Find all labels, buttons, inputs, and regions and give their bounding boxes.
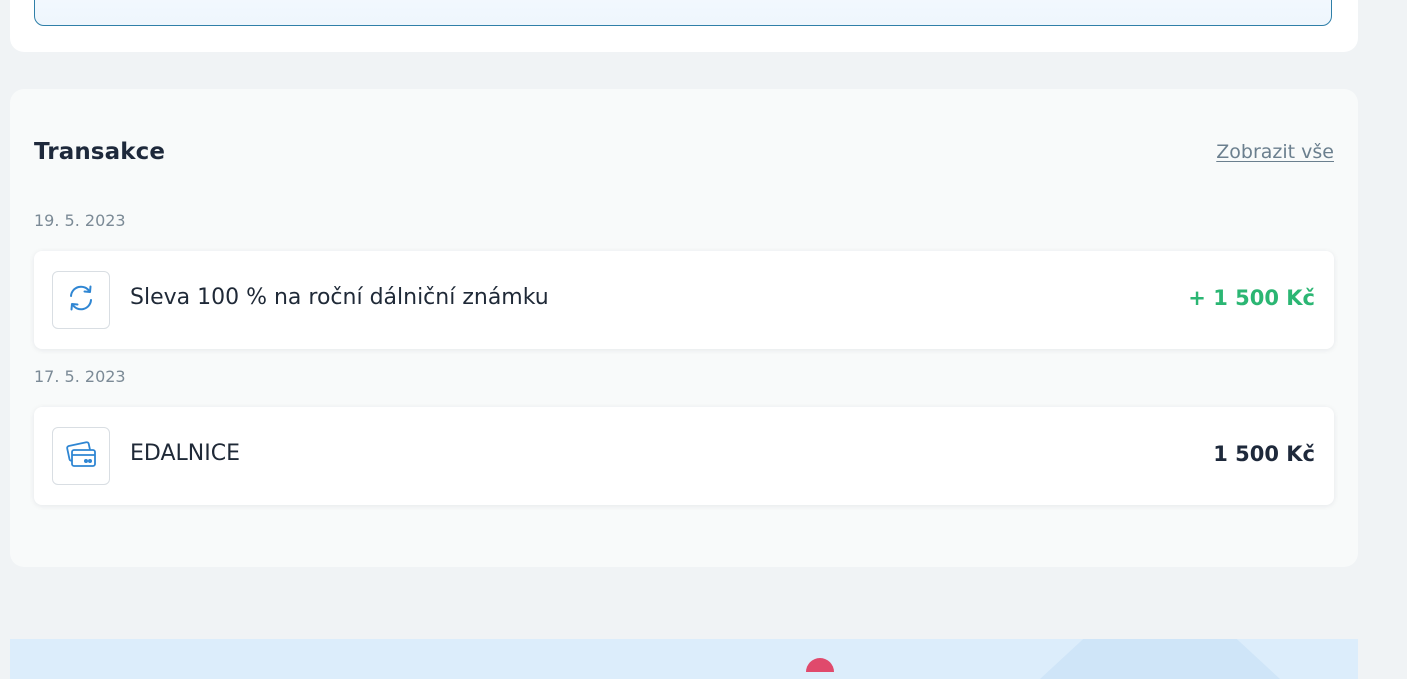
top-card (10, 0, 1358, 52)
transaction-label: Sleva 100 % na roční dálniční známku (130, 285, 549, 310)
transaction-row[interactable]: EDALNICE 1 500 Kč (34, 407, 1334, 505)
transaction-date: 19. 5. 2023 (34, 211, 126, 230)
transaction-icon-box (52, 427, 110, 485)
transactions-card: Transakce Zobrazit vše 19. 5. 2023 Sleva… (10, 89, 1358, 567)
transaction-date: 17. 5. 2023 (34, 367, 126, 386)
transaction-row[interactable]: Sleva 100 % na roční dálniční známku + 1… (34, 251, 1334, 349)
show-all-link[interactable]: Zobrazit vše (1216, 141, 1334, 163)
transaction-label: EDALNICE (130, 441, 240, 466)
refresh-icon (63, 280, 99, 320)
transactions-title: Transakce (34, 139, 166, 165)
transaction-amount: 1 500 Kč (1213, 442, 1315, 466)
transaction-amount: + 1 500 Kč (1188, 286, 1315, 310)
banner-shape (1040, 639, 1280, 679)
banner-decoration (806, 658, 834, 672)
top-card-field[interactable] (34, 0, 1332, 26)
promo-banner[interactable] (10, 639, 1358, 679)
page-edge (1358, 0, 1407, 661)
card-icon (62, 435, 100, 477)
transaction-icon-box (52, 271, 110, 329)
